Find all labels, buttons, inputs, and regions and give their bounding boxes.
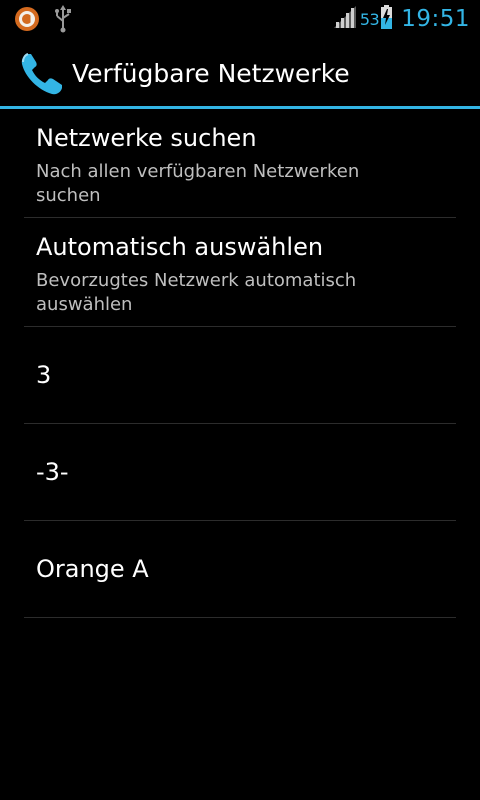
network-name: -3- <box>36 458 69 486</box>
network-item[interactable]: Orange A <box>24 521 456 618</box>
network-item[interactable]: -3- <box>24 424 456 521</box>
search-networks-item[interactable]: Netzwerke suchen Nach allen verfügbaren … <box>24 109 456 218</box>
status-bar: 53 19:51 <box>0 0 480 38</box>
search-networks-title: Netzwerke suchen <box>36 124 257 152</box>
network-name: Orange A <box>36 555 149 583</box>
auto-select-title: Automatisch auswählen <box>36 233 324 261</box>
phone-icon[interactable] <box>18 50 66 98</box>
network-list: Netzwerke suchen Nach allen verfügbaren … <box>24 109 456 618</box>
battery-charging-icon <box>381 5 393 33</box>
action-bar: Verfügbare Netzwerke <box>0 38 480 106</box>
status-clock: 19:51 <box>401 6 470 32</box>
search-networks-summary: Nach allen verfügbaren Netzwerken suchen <box>36 161 360 206</box>
usb-icon <box>54 5 72 37</box>
avast-icon <box>14 6 40 36</box>
battery-percent: 53 <box>359 9 380 29</box>
network-item[interactable]: 3 <box>24 327 456 424</box>
auto-select-item[interactable]: Automatisch auswählen Bevorzugtes Netzwe… <box>24 218 456 327</box>
page-title: Verfügbare Netzwerke <box>72 59 350 88</box>
signal-icon <box>333 6 356 32</box>
network-name: 3 <box>36 361 52 389</box>
auto-select-summary: Bevorzugtes Netzwerk automatisch auswähl… <box>36 270 357 315</box>
